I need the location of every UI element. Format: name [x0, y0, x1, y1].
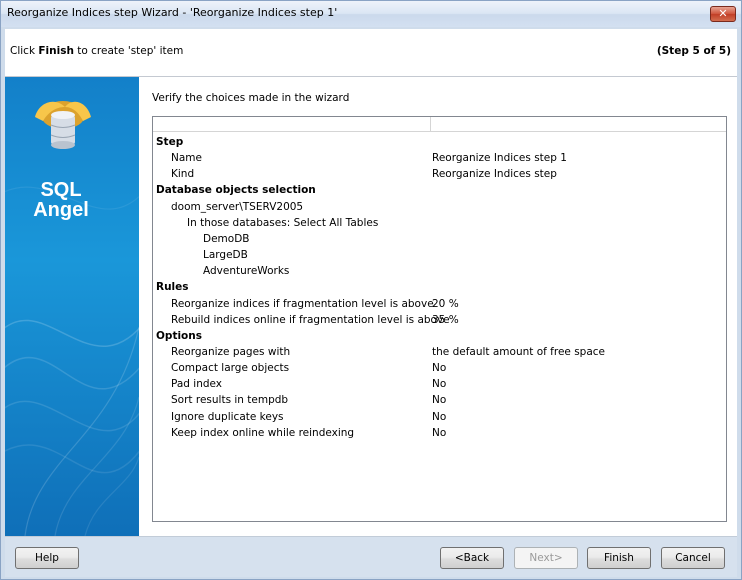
summary-row[interactable]: Ignore duplicate keys No [153, 409, 726, 425]
wizard-content: Verify the choices made in the wizard St… [139, 77, 737, 536]
summary-item-value: 20 % [432, 297, 459, 310]
close-icon: ✕ [718, 7, 728, 20]
summary-item-value: No [432, 378, 447, 391]
summary-item-label: Rebuild indices online if fragmentation … [171, 313, 450, 326]
cancel-button[interactable]: Cancel [661, 547, 725, 569]
summary-row[interactable]: In those databases: Select All Tables [153, 215, 726, 231]
summary-row[interactable]: Sort results in tempdb No [153, 392, 726, 408]
next-button[interactable]: Next> [514, 547, 578, 569]
summary-item-label: LargeDB [203, 249, 248, 262]
sidebar-wave-decoration [5, 101, 139, 536]
summary-item-label: Name [171, 152, 202, 165]
summary-item-value: Reorganize Indices step 1 [432, 152, 567, 165]
summary-row[interactable]: DemoDB [153, 231, 726, 247]
summary-item-label: In those databases: Select All Tables [187, 216, 379, 229]
summary-item-label: Sort results in tempdb [171, 394, 289, 407]
instruction-suffix: to create 'step' item [73, 45, 184, 57]
instruction-finish-word: Finish [38, 45, 74, 57]
finish-button[interactable]: Finish [587, 547, 651, 569]
summary-item-value: Reorganize Indices step [432, 168, 557, 181]
summary-section-row[interactable]: Step [153, 134, 726, 150]
summary-item-label: Keep index online while reindexing [171, 426, 355, 439]
summary-item-label: Compact large objects [171, 362, 290, 375]
summary-item-label: AdventureWorks [203, 265, 290, 278]
summary-row[interactable]: Reorganize pages with the default amount … [153, 344, 726, 360]
summary-row[interactable]: LargeDB [153, 247, 726, 263]
section-heading: Database objects selection [156, 184, 316, 197]
summary-column-header [153, 117, 726, 132]
section-heading: Rules [156, 281, 189, 294]
summary-item-value: No [432, 410, 447, 423]
summary-item-value: No [432, 426, 447, 439]
section-heading: Step [156, 136, 184, 148]
summary-item-value: No [432, 394, 447, 407]
instruction-prefix: Click [10, 45, 39, 57]
summary-item-value: the default amount of free space [432, 345, 606, 358]
sql-angel-database-wings-icon [35, 101, 91, 149]
summary-section-row[interactable]: Database objects selection [153, 182, 726, 198]
summary-item-label: Kind [171, 168, 195, 181]
logo-text-sql: SQL [40, 179, 82, 201]
help-button[interactable]: Help [15, 547, 79, 569]
summary-item-label: Pad index [171, 378, 223, 391]
summary-item-label: DemoDB [203, 232, 250, 245]
summary-row[interactable]: Compact large objects No [153, 360, 726, 376]
back-button[interactable]: <Back [440, 547, 504, 569]
logo-text-angel: Angel [33, 199, 89, 221]
verify-instruction: Verify the choices made in the wizard [152, 92, 350, 104]
summary-row[interactable]: AdventureWorks [153, 263, 726, 279]
summary-row[interactable]: Kind Reorganize Indices step [153, 166, 726, 182]
window-title: Reorganize Indices step Wizard - 'Reorga… [7, 6, 338, 19]
summary-item-value: No [432, 362, 447, 375]
title-bar[interactable]: Reorganize Indices step Wizard - 'Reorga… [1, 1, 741, 27]
summary-row[interactable]: Reorganize indices if fragmentation leve… [153, 296, 726, 312]
summary-item-label: Reorganize indices if fragmentation leve… [171, 297, 434, 310]
summary-row[interactable]: Keep index online while reindexing No [153, 425, 726, 441]
close-button[interactable]: ✕ [710, 6, 736, 22]
wizard-footer: Help <Back Next> Finish Cancel [5, 536, 737, 577]
summary-row[interactable]: doom_server\TSERV2005 [153, 199, 726, 215]
summary-item-value: 35 % [432, 313, 459, 326]
section-heading: Options [156, 329, 202, 342]
summary-item-label: Reorganize pages with [171, 345, 291, 358]
summary-row[interactable]: Pad index No [153, 376, 726, 392]
summary-row[interactable]: Rebuild indices online if fragmentation … [153, 312, 726, 328]
wizard-window: Reorganize Indices step Wizard - 'Reorga… [0, 0, 742, 580]
summary-row[interactable]: Name Reorganize Indices step 1 [153, 150, 726, 166]
wizard-sidebar: SQL Angel [5, 77, 139, 536]
header-instruction: Click Finish to create 'step' item [10, 45, 183, 57]
summary-item-label: Ignore duplicate keys [171, 410, 284, 423]
column-divider[interactable] [430, 117, 431, 132]
wizard-header: Click Finish to create 'step' item (Step… [5, 29, 737, 77]
summary-section-row[interactable]: Rules [153, 279, 726, 295]
summary-list[interactable]: Step Name Reorganize Indices step 1 Kind Reo… [152, 116, 727, 522]
summary-item-label: doom_server\TSERV2005 [171, 200, 304, 213]
summary-section-row[interactable]: Options [153, 328, 726, 344]
step-indicator: (Step 5 of 5) [656, 45, 731, 57]
